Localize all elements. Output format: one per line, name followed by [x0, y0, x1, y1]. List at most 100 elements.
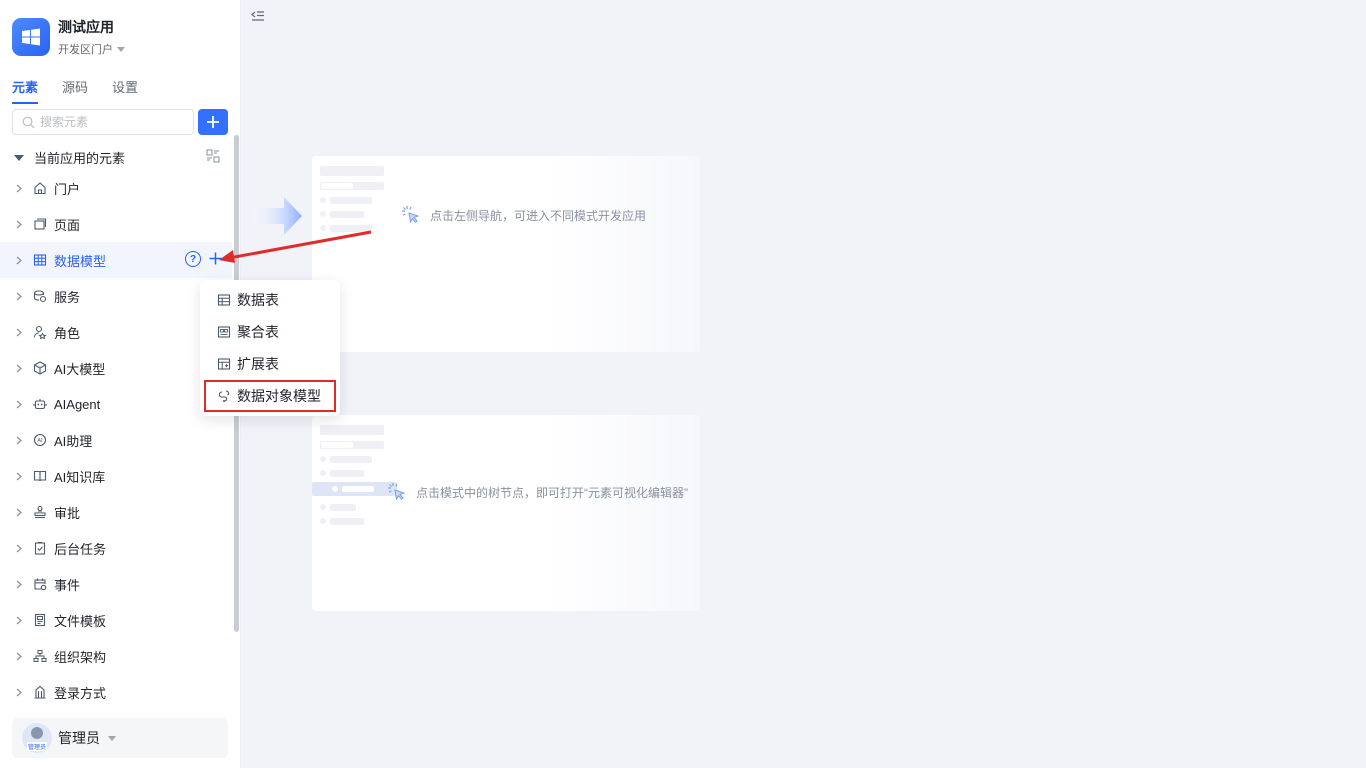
chevron-right-icon[interactable] [14, 508, 24, 517]
user-name: 管理员 [58, 730, 100, 746]
tree-item-service[interactable]: 服务 [0, 278, 232, 314]
tree-item-file-template[interactable]: 文件模板 [0, 602, 232, 638]
chevron-down-icon [117, 46, 125, 52]
tree-item-label: AI知识库 [54, 469, 106, 485]
navigation-hint: 点击左侧导航，可进入不同模式开发应用 [400, 204, 646, 226]
menu-item-extend-table[interactable]: 扩展表 [200, 348, 340, 380]
user-menu[interactable]: 管理员 管理员 [12, 718, 228, 758]
skeleton-bar [321, 442, 353, 448]
chevron-down-icon [108, 735, 116, 741]
tree-item-label: AI助理 [54, 433, 93, 449]
tree-item-page[interactable]: 页面 [0, 206, 232, 242]
layout-switch-icon[interactable] [206, 149, 220, 166]
chevron-right-icon[interactable] [14, 616, 24, 625]
help-icon[interactable]: ? [185, 251, 201, 267]
skeleton-bar [342, 486, 374, 492]
skeleton-dot [320, 504, 326, 510]
cube-icon [32, 360, 48, 376]
menu-item-label: 数据表 [237, 292, 279, 308]
skeleton-bar [321, 183, 353, 189]
service-icon [32, 288, 48, 304]
search-box [12, 109, 194, 135]
tree-hint: 点击模式中的树节点，即可打开“元素可视化编辑器” [386, 481, 688, 503]
click-cursor-icon [388, 483, 406, 501]
data-object-icon [217, 389, 231, 403]
avatar: 管理员 [22, 723, 52, 753]
chevron-right-icon[interactable] [14, 328, 24, 337]
tab-source[interactable]: 源码 [62, 77, 88, 104]
add-element-button[interactable] [198, 109, 228, 135]
chevron-right-icon[interactable] [14, 544, 24, 553]
tree-item-label: AI大模型 [54, 361, 106, 377]
tree-item-ai-assistant[interactable]: AI AI助理 [0, 422, 232, 458]
skeleton-dot [320, 456, 326, 462]
tree-item-event[interactable]: 事件 [0, 566, 232, 602]
tree-item-ai-agent[interactable]: AIAgent [0, 386, 232, 422]
tree-item-ai-knowledge-base[interactable]: AI知识库 [0, 458, 232, 494]
stamp-icon [32, 504, 48, 520]
tree-item-approval[interactable]: 审批 [0, 494, 232, 530]
tree-item-label: AIAgent [54, 396, 101, 412]
chevron-right-icon[interactable] [14, 184, 24, 193]
skeleton-bar [330, 456, 372, 463]
chevron-right-icon[interactable] [14, 256, 24, 265]
tree-item-role[interactable]: 角色 [0, 314, 232, 350]
aggregate-table-icon [217, 325, 231, 339]
skeleton-bar [330, 504, 356, 511]
tree-hint-text: 点击模式中的树节点，即可打开“元素可视化编辑器” [416, 485, 688, 500]
portal-selector-label: 开发区门户 [58, 44, 113, 56]
skeleton-bar [320, 166, 384, 176]
click-cursor-icon [402, 206, 420, 224]
menu-item-aggregate-table[interactable]: 聚合表 [200, 316, 340, 348]
skeleton-dot [320, 470, 326, 476]
chevron-right-icon[interactable] [14, 652, 24, 661]
menu-item-data-table[interactable]: 数据表 [200, 284, 340, 316]
skeleton-bar [330, 518, 364, 525]
search-input[interactable] [40, 115, 180, 129]
menu-item-label: 扩展表 [237, 356, 279, 372]
tree-item-data-model[interactable]: 数据模型 ? [0, 242, 232, 278]
chevron-right-icon[interactable] [14, 220, 24, 229]
section-title: 当前应用的元素 [34, 151, 126, 166]
user-avatar-icon [31, 727, 43, 739]
table-icon [32, 252, 48, 268]
tree-item-org-structure[interactable]: 组织架构 [0, 638, 232, 674]
svg-text:AI: AI [37, 438, 43, 444]
tree-item-ai-model[interactable]: AI大模型 [0, 350, 232, 386]
tree-item-background-task[interactable]: 后台任务 [0, 530, 232, 566]
section-current-app-elements[interactable]: 当前应用的元素 [14, 148, 224, 167]
menu-item-label: 数据对象模型 [237, 388, 321, 404]
skeleton-dot [320, 211, 326, 217]
chevron-right-icon[interactable] [14, 436, 24, 445]
tree-item-label: 数据模型 [54, 253, 107, 269]
file-template-icon [32, 612, 48, 628]
tree-item-label: 审批 [54, 505, 81, 521]
tree-item-label: 后台任务 [54, 541, 107, 557]
chevron-right-icon[interactable] [14, 688, 24, 697]
chevron-right-icon[interactable] [14, 292, 24, 301]
skeleton-dot [320, 197, 326, 203]
app-logo-icon [12, 18, 50, 56]
tree-item-label: 登录方式 [54, 685, 107, 701]
portal-selector[interactable]: 开发区门户 [58, 41, 125, 57]
collapse-sidebar-icon[interactable] [251, 9, 265, 28]
menu-item-label: 聚合表 [237, 324, 279, 340]
tree-item-login-method[interactable]: 登录方式 [0, 674, 232, 710]
chevron-right-icon[interactable] [14, 364, 24, 373]
table-icon [217, 293, 231, 307]
chevron-right-icon[interactable] [14, 400, 24, 409]
tree-item-portal[interactable]: 门户 [0, 170, 232, 206]
element-tree: 门户 页面 数据模型 ? 服务 角色 AI大模型 AIAgent AI AI助理… [0, 170, 232, 710]
tab-settings[interactable]: 设置 [112, 77, 138, 104]
menu-item-data-object-model[interactable]: 数据对象模型 [204, 380, 336, 412]
search-icon [22, 116, 35, 128]
tree-item-label: 服务 [54, 289, 81, 305]
skeleton-dot [320, 518, 326, 524]
tab-elements[interactable]: 元素 [12, 77, 39, 104]
skeleton-bar [330, 197, 372, 204]
chevron-right-icon[interactable] [14, 472, 24, 481]
chevron-right-icon[interactable] [14, 580, 24, 589]
avatar-role-tag: 管理员 [26, 742, 47, 751]
skeleton-bar [320, 425, 384, 435]
annotation-arrow [215, 225, 375, 270]
